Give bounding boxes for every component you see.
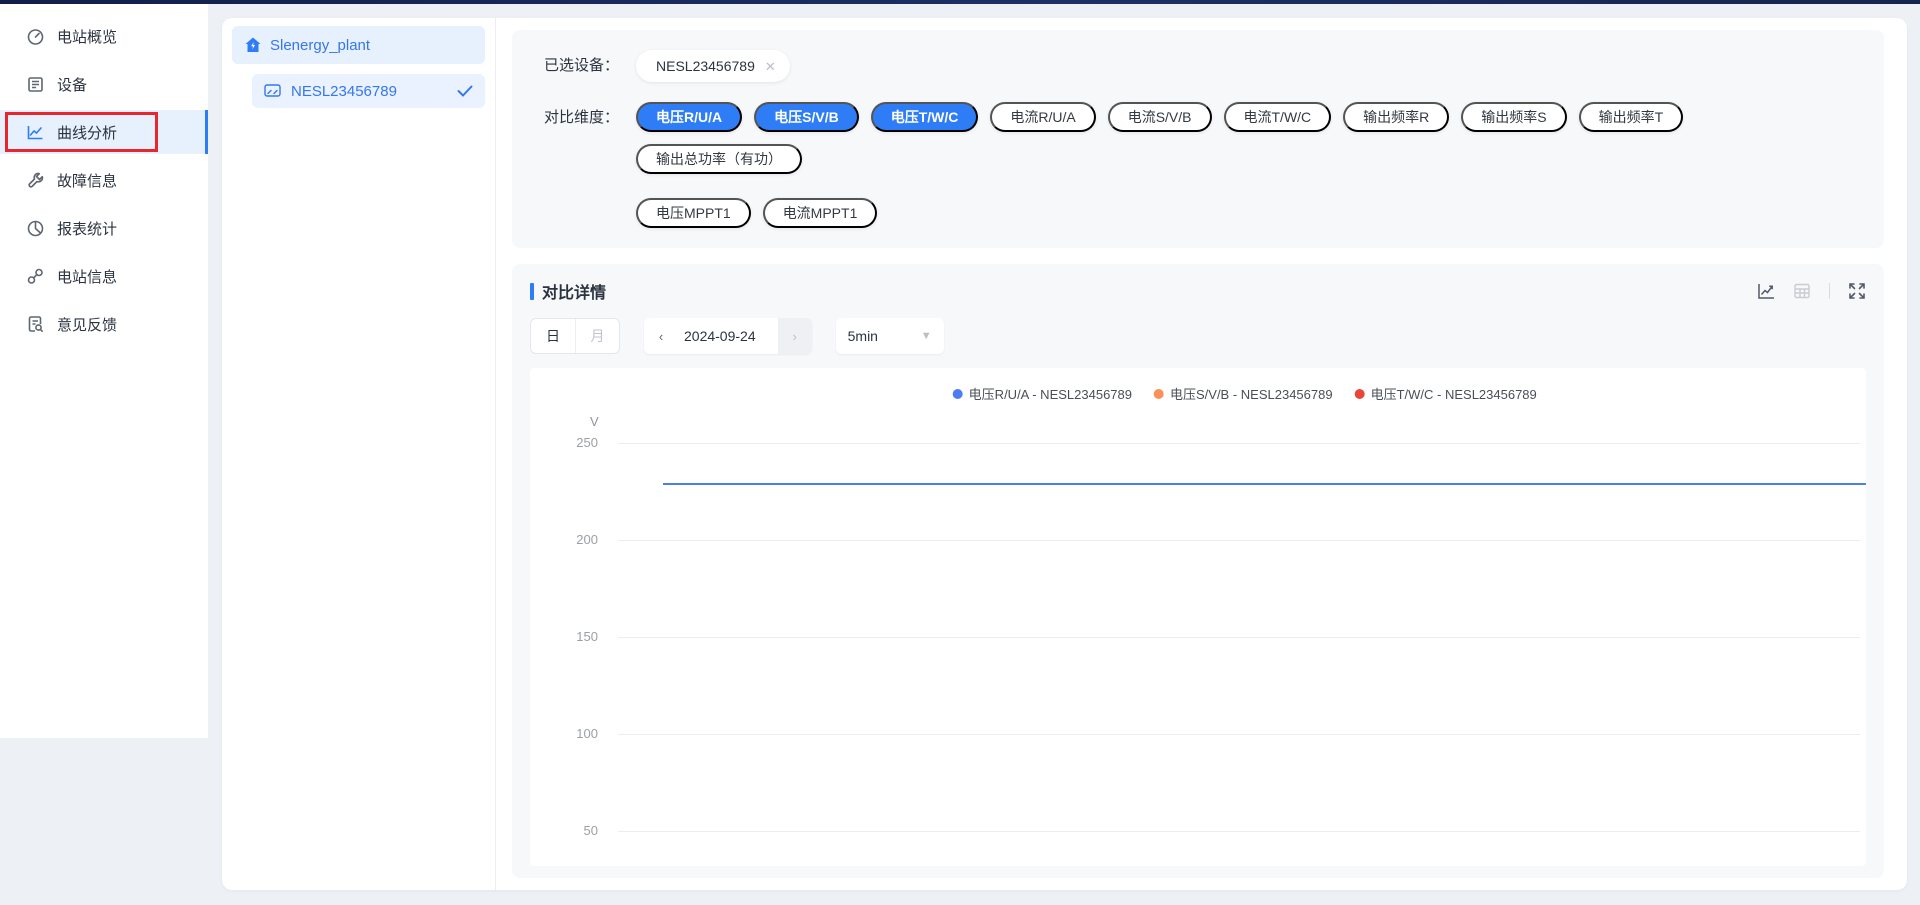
report-pie-icon [26, 219, 45, 238]
legend-dot-icon [1154, 389, 1164, 399]
device-tree-panel: Slenergy_plant NESL23456789 [222, 18, 495, 890]
fault-wrench-icon [26, 171, 45, 190]
plant-label: Slenergy_plant [270, 37, 370, 54]
tree-item-device[interactable]: NESL23456789 [252, 74, 485, 108]
dimension-pill[interactable]: 输出频率R [1343, 102, 1449, 132]
gridline [618, 831, 1860, 832]
feedback-doc-icon [26, 315, 45, 334]
plant-info-plug-icon [26, 267, 45, 286]
toolbar-separator [1829, 283, 1830, 299]
detail-title: 对比详情 [530, 279, 606, 303]
legend-item[interactable]: 电压T/W/C - NESL23456789 [1355, 384, 1537, 403]
selected-devices-label: 已选设备： [544, 50, 636, 82]
sidebar-item-6[interactable]: 电站信息 [0, 254, 208, 298]
y-axis-tick-label: 200 [530, 532, 598, 547]
dimension-pill[interactable]: 电流S/V/B [1108, 102, 1212, 132]
sidebar-item-label: 意见反馈 [57, 314, 117, 335]
detail-toolbar [1757, 282, 1866, 300]
chevron-down-icon: ▼ [921, 330, 932, 342]
sidebar-item-label: 报表统计 [57, 218, 117, 239]
gridline [618, 443, 1860, 444]
sidebar-item-label: 曲线分析 [57, 122, 117, 143]
dimension-pill[interactable]: 电流R/U/A [990, 102, 1095, 132]
interval-value: 5min [848, 328, 878, 344]
gridline [618, 540, 1860, 541]
date-next-button[interactable]: › [778, 318, 812, 354]
sidebar-item-4[interactable]: 故障信息 [0, 158, 208, 202]
device-list-icon [26, 75, 45, 94]
legend-label: 电压T/W/C - NESL23456789 [1371, 384, 1537, 403]
dimension-pill[interactable]: 输出频率T [1579, 102, 1684, 132]
inverter-icon [264, 84, 281, 98]
y-axis-tick-label: 250 [530, 435, 598, 450]
fullscreen-expand-icon[interactable] [1848, 282, 1866, 300]
plant-house-icon [244, 36, 262, 54]
tree-item-plant[interactable]: Slenergy_plant [232, 26, 485, 64]
dimensions-label: 对比维度： [544, 102, 636, 134]
y-axis-unit: V [590, 414, 599, 429]
sidebar-item-1[interactable]: 电站概览 [0, 14, 208, 58]
device-label: NESL23456789 [291, 83, 397, 100]
date-prev-button[interactable]: ‹ [644, 318, 678, 354]
sidebar-item-7[interactable]: 意见反馈 [0, 302, 208, 346]
filters-panel: 已选设备： NESL23456789 ✕ 对比维度： 电压R/U/A 电压S/V/B… [512, 30, 1884, 248]
period-toggle-option[interactable]: 日 [531, 319, 575, 353]
sidebar-item-3[interactable]: 曲线分析 [0, 110, 208, 154]
legend-dot-icon [953, 389, 963, 399]
sidebar-item-5[interactable]: 报表统计 [0, 206, 208, 250]
comparison-detail-panel: 对比详情 日月 ‹ 2024 [512, 264, 1884, 878]
date-value[interactable]: 2024-09-24 [678, 328, 778, 344]
period-toggle-option[interactable]: 月 [575, 319, 619, 353]
sidebar-item-2[interactable]: 设备 [0, 62, 208, 106]
sidebar-item-label: 电站信息 [57, 266, 117, 287]
y-axis-tick-label: 50 [530, 823, 598, 838]
dimension-pill[interactable]: 电压MPPT1 [636, 198, 751, 228]
chart-legend: 电压R/U/A - NESL23456789 电压S/V/B - NESL2345… [953, 384, 1537, 403]
selected-device-chip: NESL23456789 ✕ [636, 50, 790, 82]
y-axis-tick-label: 100 [530, 726, 598, 741]
legend-label: 电压S/V/B - NESL23456789 [1170, 384, 1333, 403]
y-axis-tick-label: 150 [530, 629, 598, 644]
dimension-pill[interactable]: 电压T/W/C [871, 102, 979, 132]
period-toggle: 日月 [530, 318, 620, 354]
dimension-pill[interactable]: 输出频率S [1461, 102, 1566, 132]
check-icon [457, 85, 473, 97]
chip-label: NESL23456789 [656, 58, 755, 74]
main-card: Slenergy_plant NESL23456789 已选设备： NESL23… [222, 18, 1907, 890]
line-chart-view-icon[interactable] [1757, 282, 1775, 300]
table-view-icon[interactable] [1793, 282, 1811, 300]
gauge-icon [26, 27, 45, 46]
dimension-pill[interactable]: 电流T/W/C [1224, 102, 1332, 132]
top-navbar-strip [0, 0, 1920, 4]
sidebar: 电站概览设备曲线分析故障信息报表统计电站信息意见反馈 [0, 4, 208, 738]
gridline [618, 734, 1860, 735]
comparison-chart: 电压R/U/A - NESL23456789 电压S/V/B - NESL2345… [530, 368, 1866, 866]
dimension-pill[interactable]: 电压R/U/A [636, 102, 742, 132]
sidebar-item-label: 设备 [57, 74, 87, 95]
close-icon[interactable]: ✕ [765, 60, 776, 73]
dimension-pill[interactable]: 输出总功率（有功） [636, 144, 802, 174]
content-area: 已选设备： NESL23456789 ✕ 对比维度： 电压R/U/A 电压S/V/B… [496, 18, 1907, 890]
series-line-电压R/U/A [663, 483, 1866, 485]
sidebar-item-label: 电站概览 [57, 26, 117, 47]
sidebar-item-label: 故障信息 [57, 170, 117, 191]
date-navigator: ‹ 2024-09-24 › [644, 318, 812, 354]
legend-label: 电压R/U/A - NESL23456789 [969, 384, 1132, 403]
legend-dot-icon [1355, 389, 1365, 399]
legend-item[interactable]: 电压R/U/A - NESL23456789 [953, 384, 1132, 403]
legend-item[interactable]: 电压S/V/B - NESL23456789 [1154, 384, 1333, 403]
dimension-pill[interactable]: 电压S/V/B [754, 102, 859, 132]
dimension-pills: 电压R/U/A 电压S/V/B 电压T/W/C 电流R/U/A 电流S/V/B 电流T/W… [636, 102, 1852, 228]
selected-device-chips: NESL23456789 ✕ [636, 50, 790, 82]
curve-analysis-icon [26, 123, 45, 142]
interval-select[interactable]: 5min ▼ [836, 318, 944, 354]
dimension-pill[interactable]: 电流MPPT1 [763, 198, 878, 228]
gridline [618, 637, 1860, 638]
